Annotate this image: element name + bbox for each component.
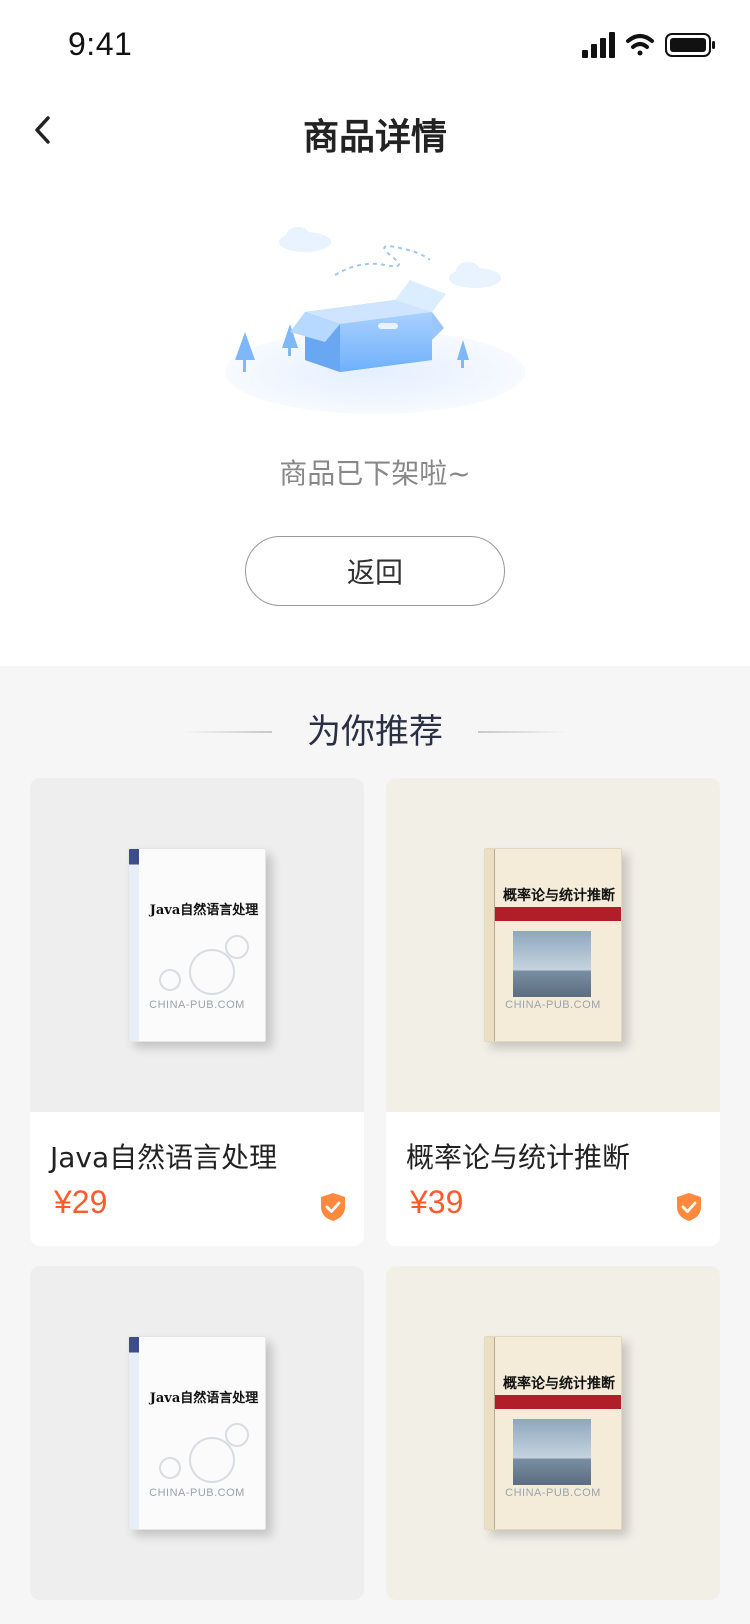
book-cover: Java自然语言处理 CHINA-PUB.COM — [128, 1336, 266, 1530]
book-cover-title: Java自然语言处理 — [149, 1391, 259, 1406]
book-cover: Java自然语言处理 CHINA-PUB.COM — [128, 848, 266, 1042]
book-cover-title: Java自然语言处理 — [149, 903, 259, 918]
product-card[interactable]: 概率论与统计推断 CHINA-PUB.COM 概率论与统计推断 ¥39 — [386, 778, 720, 1246]
book-cover-title: 概率论与统计推断 — [503, 1376, 615, 1392]
watermark: CHINA-PUB.COM — [149, 999, 245, 1011]
product-card[interactable]: Java自然语言处理 CHINA-PUB.COM — [30, 1266, 364, 1600]
product-price: ¥39 — [410, 1184, 464, 1220]
status-icons — [582, 32, 715, 58]
status-time: 9:41 — [68, 26, 133, 62]
watermark: CHINA-PUB.COM — [505, 1487, 601, 1499]
shield-check-icon — [321, 1193, 345, 1221]
divider-line — [478, 731, 568, 733]
product-title: Java自然语言处理 — [50, 1141, 278, 1174]
watermark: CHINA-PUB.COM — [505, 999, 601, 1011]
book-cover-title: 概率论与统计推断 — [503, 888, 615, 904]
recommend-title: 为你推荐 — [307, 712, 443, 752]
battery-icon — [665, 33, 715, 57]
product-card[interactable]: 概率论与统计推断 CHINA-PUB.COM — [386, 1266, 720, 1600]
product-image: 概率论与统计推断 CHINA-PUB.COM — [386, 778, 720, 1112]
product-card[interactable]: Java自然语言处理 CHINA-PUB.COM Java自然语言处理 ¥29 — [30, 778, 364, 1246]
product-image: Java自然语言处理 CHINA-PUB.COM — [30, 778, 364, 1112]
empty-box-illustration — [225, 227, 525, 414]
watermark: CHINA-PUB.COM — [149, 1487, 245, 1499]
product-title: 概率论与统计推断 — [406, 1141, 631, 1174]
recommend-section: 为你推荐 Java自然语言处理 CHINA-PUB.COM Java自然语言处理… — [0, 666, 750, 1624]
product-price: ¥29 — [54, 1184, 108, 1220]
book-cover: 概率论与统计推断 CHINA-PUB.COM — [484, 1336, 622, 1530]
page-title: 商品详情 — [302, 117, 447, 158]
empty-message: 商品已下架啦~ — [279, 457, 471, 490]
product-info: Java自然语言处理 ¥29 — [30, 1112, 364, 1246]
product-image: Java自然语言处理 CHINA-PUB.COM — [30, 1266, 364, 1600]
nav-bar: 商品详情 — [0, 88, 750, 176]
return-button[interactable]: 返回 — [245, 536, 505, 606]
box-icon — [290, 280, 446, 372]
recommend-header: 为你推荐 — [0, 704, 750, 754]
shield-check-icon — [677, 1193, 701, 1221]
book-cover: 概率论与统计推断 CHINA-PUB.COM — [484, 848, 622, 1042]
product-info: 概率论与统计推断 ¥39 — [386, 1112, 720, 1246]
product-image: 概率论与统计推断 CHINA-PUB.COM — [386, 1266, 720, 1600]
wifi-icon — [626, 34, 654, 56]
status-bar: 9:41 — [0, 0, 750, 88]
signal-icon — [582, 32, 615, 58]
